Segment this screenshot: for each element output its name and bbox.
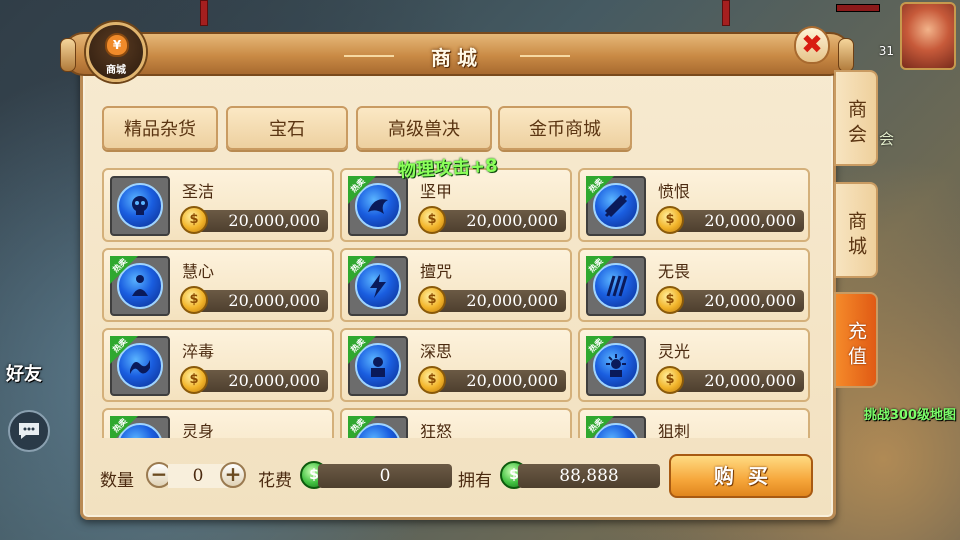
player-hp-bar <box>836 4 880 12</box>
item-name: 灵身 <box>182 422 215 438</box>
item-icon-frame: 热卖 <box>586 336 646 396</box>
item-grid[interactable]: 圣洁 20,000,000 $ 热卖 坚甲 20,000,000 $ 热卖 愤恨… <box>102 166 812 438</box>
shop-badge: ¥ 商城 <box>86 22 146 82</box>
scene-hint-text: 会 <box>878 130 894 148</box>
gold-coin-icon: $ <box>418 206 446 234</box>
gold-coin-icon: $ <box>418 366 446 394</box>
item-price: 20,000,000 <box>188 210 328 232</box>
chat-bubble-icon <box>19 423 39 439</box>
item-name: 圣洁 <box>182 182 215 201</box>
item-icon-frame: 热卖 <box>110 256 170 316</box>
item-price: 20,000,000 <box>188 290 328 312</box>
item-price: 20,000,000 <box>664 210 804 232</box>
category-tab-label: 金币商城 <box>529 119 601 140</box>
side-tab-label: 商会 <box>845 99 867 149</box>
item-name: 狙刺 <box>658 422 691 438</box>
close-button[interactable]: ✖ <box>794 26 830 64</box>
item-icon-frame <box>110 176 170 236</box>
increase-quantity-button[interactable]: + <box>220 462 246 488</box>
side-tab-label: 商城 <box>845 211 867 261</box>
shop-badge-label: 商城 <box>106 65 126 76</box>
category-tab-gold-shop[interactable]: 金币商城 <box>498 106 632 150</box>
item-icon-frame: 热卖 <box>348 176 408 236</box>
category-tab-label: 精品杂货 <box>124 119 196 140</box>
item-card[interactable]: 热卖 无畏 20,000,000 $ <box>578 248 810 322</box>
item-card[interactable]: 热卖 狂怒 <box>340 408 572 438</box>
player-avatar[interactable] <box>900 2 956 70</box>
item-icon-frame: 热卖 <box>110 416 170 438</box>
player-level: 31 <box>878 44 894 58</box>
cost-value: 0 <box>318 464 452 488</box>
item-icon-frame: 热卖 <box>586 416 646 438</box>
owned-label: 拥有 <box>458 471 492 491</box>
item-icon-frame: 热卖 <box>586 176 646 236</box>
friends-button[interactable]: 好友 <box>6 360 42 386</box>
category-tab-beast-skills[interactable]: 高级兽决 <box>356 106 492 150</box>
chat-button[interactable] <box>8 410 50 452</box>
owned-value: 88,888 <box>518 464 660 488</box>
item-card[interactable]: 热卖 灵身 <box>102 408 334 438</box>
item-card[interactable]: 热卖 灵光 20,000,000 $ <box>578 328 810 402</box>
item-card[interactable]: 热卖 慧心 20,000,000 $ <box>102 248 334 322</box>
gold-coin-icon: $ <box>180 286 208 314</box>
side-tab-label: 充值 <box>845 321 867 371</box>
item-card[interactable]: 热卖 愤恨 20,000,000 $ <box>578 168 810 242</box>
dialog-title: 商城 <box>431 46 483 70</box>
item-price: 20,000,000 <box>426 290 566 312</box>
item-price: 20,000,000 <box>426 210 566 232</box>
item-icon-frame: 热卖 <box>348 416 408 438</box>
skull-icon <box>117 183 163 229</box>
item-icon-frame: 热卖 <box>586 256 646 316</box>
item-card[interactable]: 热卖 淬毒 20,000,000 $ <box>102 328 334 402</box>
item-card[interactable]: 热卖 深思 20,000,000 $ <box>340 328 572 402</box>
item-name: 坚甲 <box>420 182 453 201</box>
cost-label: 花费 <box>258 471 292 491</box>
category-tab-label: 宝石 <box>269 119 305 140</box>
buy-button[interactable]: 购买 <box>669 454 813 498</box>
scene-pillar <box>722 0 730 26</box>
close-icon: ✖ <box>801 30 823 60</box>
item-name: 深思 <box>420 342 453 361</box>
item-name: 慧心 <box>182 262 215 281</box>
item-icon-frame: 热卖 <box>348 256 408 316</box>
category-tab-label: 高级兽决 <box>388 119 460 140</box>
item-card[interactable]: 热卖 擅咒 20,000,000 $ <box>340 248 572 322</box>
floating-stat-text: 物理攻击+8 <box>397 155 499 182</box>
item-name: 狂怒 <box>420 422 453 438</box>
money-bag-icon: ¥ <box>105 33 129 57</box>
gold-coin-icon: $ <box>656 366 684 394</box>
side-tab-guild-shop[interactable]: 商会 <box>834 70 878 166</box>
gold-coin-icon: $ <box>656 206 684 234</box>
quantity-input[interactable]: 0 <box>168 464 228 488</box>
item-name: 无畏 <box>658 262 691 281</box>
item-icon-frame: 热卖 <box>110 336 170 396</box>
item-name: 愤恨 <box>658 182 691 201</box>
item-name: 灵光 <box>658 342 691 361</box>
gold-coin-icon: $ <box>656 286 684 314</box>
gold-coin-icon: $ <box>418 286 446 314</box>
quantity-label: 数量 <box>100 471 134 491</box>
item-name: 淬毒 <box>182 342 215 361</box>
title-ornament <box>520 55 570 57</box>
item-price: 20,000,000 <box>426 370 566 392</box>
side-tab-mall[interactable]: 商城 <box>834 182 878 278</box>
item-price: 20,000,000 <box>664 290 804 312</box>
scene-challenge-text[interactable]: 挑战300级地图 <box>864 404 956 423</box>
category-tab-premium-goods[interactable]: 精品杂货 <box>102 106 218 150</box>
category-tab-gems[interactable]: 宝石 <box>226 106 348 150</box>
item-card[interactable]: 热卖 狙刺 <box>578 408 810 438</box>
item-price: 20,000,000 <box>664 370 804 392</box>
gold-coin-icon: $ <box>180 366 208 394</box>
item-price: 20,000,000 <box>188 370 328 392</box>
item-name: 擅咒 <box>420 262 453 281</box>
item-card[interactable]: 圣洁 20,000,000 $ <box>102 168 334 242</box>
item-icon-frame: 热卖 <box>348 336 408 396</box>
scene-pillar <box>200 0 208 26</box>
side-tab-recharge[interactable]: 充值 <box>834 292 878 388</box>
gold-coin-icon: $ <box>180 206 208 234</box>
title-bar: 商城 <box>60 32 854 76</box>
